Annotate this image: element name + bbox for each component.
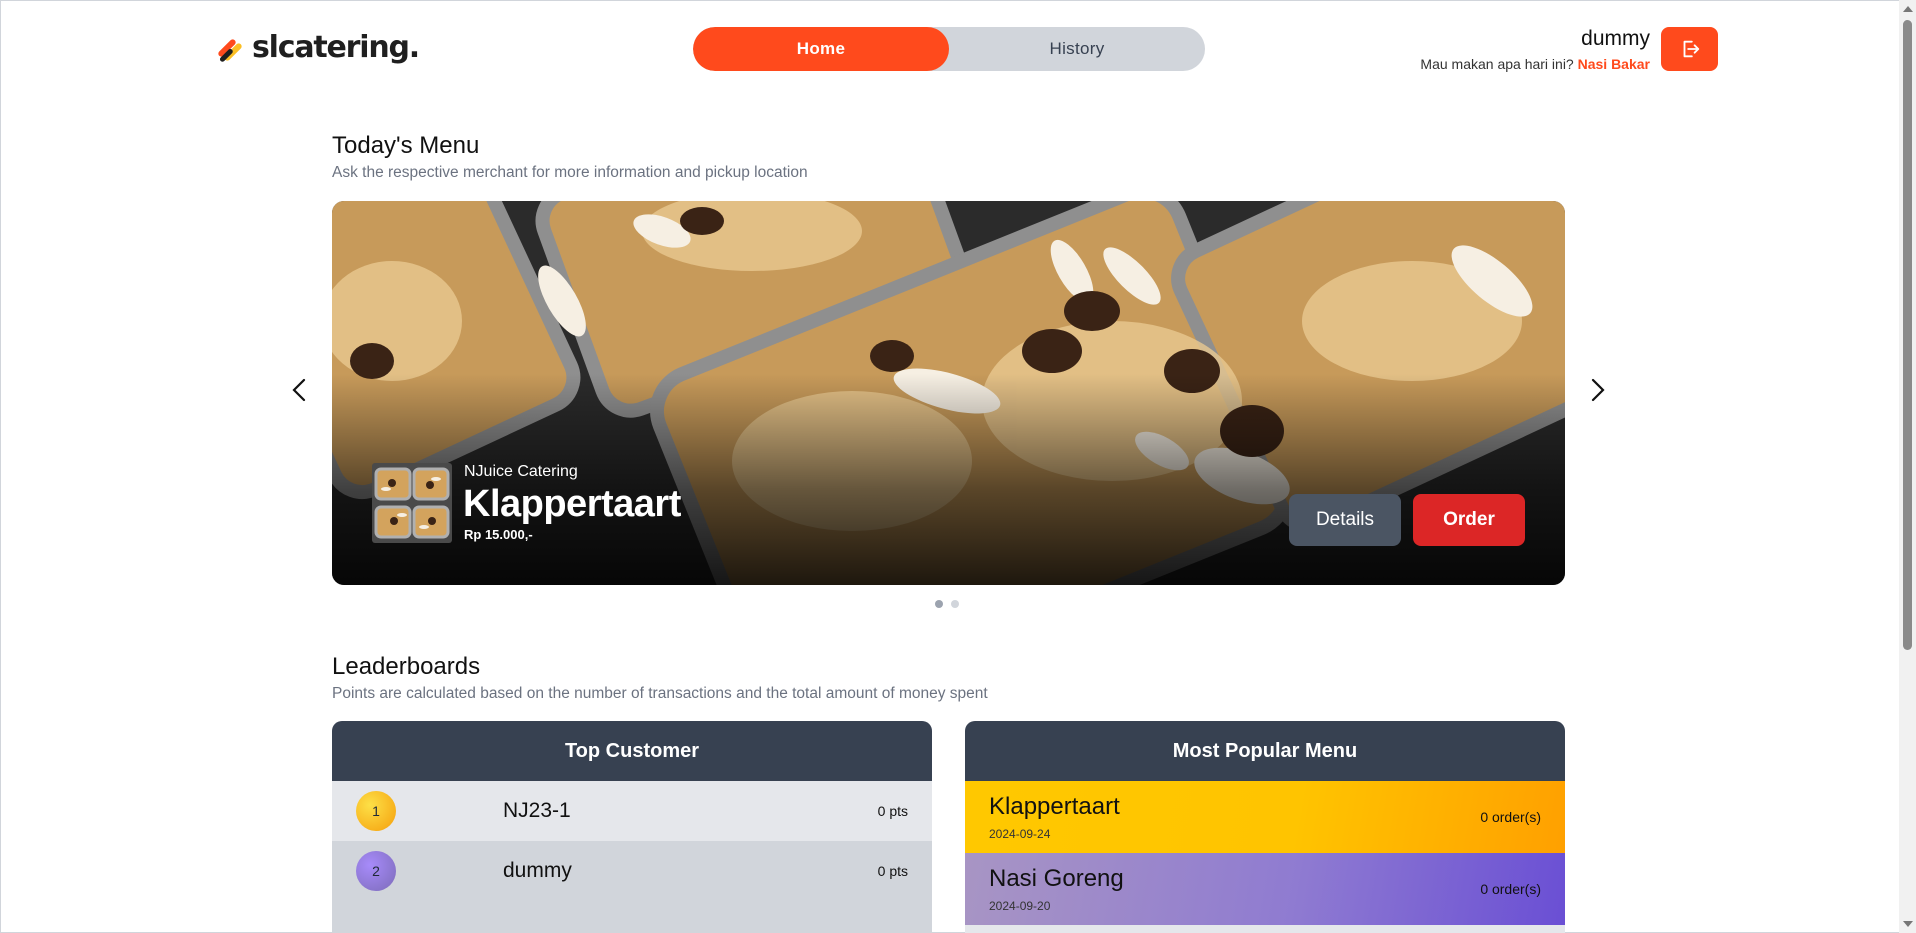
popular-menu-orders: 0 order(s)	[1480, 881, 1541, 897]
top-customer-panel: Top Customer 1 NJ23-1 0 pts 2 dummy 0 pt…	[332, 721, 932, 933]
popular-menu-name: Nasi Goreng	[989, 865, 1124, 892]
customer-row: 1 NJ23-1 0 pts	[332, 781, 932, 841]
popular-menu-row: Nasi Goreng 2024-09-20 0 order(s)	[965, 853, 1565, 925]
rank-badge: 1	[356, 791, 396, 831]
leaderboards-title: Leaderboards	[332, 653, 481, 680]
popular-menu-orders: 0 order(s)	[1480, 809, 1541, 825]
customer-points: 0 pts	[877, 863, 908, 879]
suggestion-prompt: Mau makan apa hari ini?	[1420, 56, 1574, 72]
customer-points: 0 pts	[877, 803, 908, 819]
logo-icon	[214, 31, 248, 65]
popular-menu-row: Klappertaart 2024-09-24 0 order(s)	[965, 781, 1565, 853]
chevron-right-icon	[1591, 378, 1605, 402]
menu-carousel[interactable]: NJuice Catering Klappertaart Rp 15.000,-…	[332, 201, 1565, 585]
popular-menu-header: Most Popular Menu	[965, 721, 1565, 781]
todays-menu-subtitle: Ask the respective merchant for more inf…	[332, 164, 808, 181]
order-button[interactable]: Order	[1413, 494, 1525, 546]
leaderboards-subtitle: Points are calculated based on the numbe…	[332, 685, 988, 702]
chevron-left-icon	[292, 378, 306, 402]
todays-menu-title: Today's Menu	[332, 132, 480, 159]
tab-home[interactable]: Home	[693, 27, 949, 71]
customer-row: 2 dummy 0 pts	[332, 841, 932, 901]
rank-badge: 2	[356, 851, 396, 891]
merchant-name: NJuice Catering	[464, 463, 578, 480]
page-scrollbar[interactable]	[1899, 0, 1916, 933]
scroll-down-icon[interactable]	[1903, 921, 1913, 927]
user-info: dummy Mau makan apa hari ini? Nasi Bakar	[1420, 26, 1650, 72]
carousel-prev-button[interactable]	[286, 374, 314, 406]
customer-name: dummy	[503, 859, 572, 882]
menu-thumbnail	[372, 463, 452, 543]
carousel-dot-2[interactable]	[951, 600, 959, 608]
carousel-dot-1[interactable]	[935, 600, 943, 608]
details-button[interactable]: Details	[1289, 494, 1401, 546]
popular-menu-name: Klappertaart	[989, 793, 1120, 820]
popular-menu-date: 2024-09-24	[989, 827, 1051, 841]
carousel-next-button[interactable]	[1583, 374, 1611, 406]
logout-button[interactable]	[1661, 27, 1718, 71]
menu-item-price: Rp 15.000,-	[464, 527, 533, 542]
popular-menu-date: 2024-09-20	[989, 899, 1051, 913]
brand-logo[interactable]: slcatering.	[214, 30, 420, 65]
tab-history[interactable]: History	[949, 27, 1205, 71]
scrollbar-thumb[interactable]	[1903, 20, 1912, 650]
top-customer-header: Top Customer	[332, 721, 932, 781]
logout-icon	[1683, 40, 1699, 58]
popular-menu-panel: Most Popular Menu Klappertaart 2024-09-2…	[965, 721, 1565, 933]
meal-suggestion: Mau makan apa hari ini? Nasi Bakar	[1420, 56, 1650, 72]
scroll-up-icon[interactable]	[1903, 6, 1913, 12]
main-nav: Home History	[693, 27, 1205, 71]
user-name: dummy	[1581, 27, 1650, 50]
customer-name: NJ23-1	[503, 799, 571, 822]
suggestion-value: Nasi Bakar	[1577, 56, 1650, 72]
carousel-indicators	[935, 600, 959, 608]
brand-name: slcatering.	[252, 30, 420, 65]
menu-item-name: Klappertaart	[463, 483, 681, 525]
